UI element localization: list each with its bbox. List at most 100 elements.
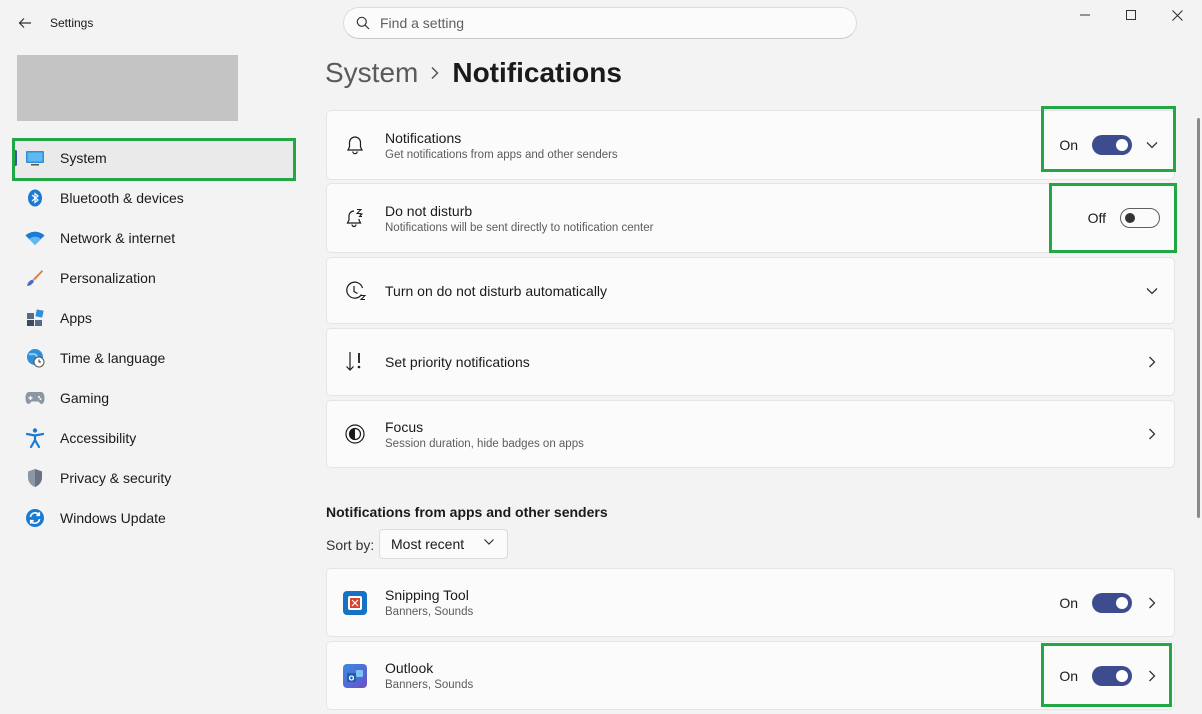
chevron-right-icon[interactable] bbox=[1144, 354, 1160, 370]
setting-controls: On bbox=[1059, 592, 1160, 613]
sidebar-item-label: Apps bbox=[60, 310, 92, 326]
setting-controls bbox=[1132, 426, 1160, 442]
globe-clock-icon bbox=[24, 347, 46, 369]
brush-icon bbox=[24, 267, 46, 289]
close-icon bbox=[1171, 9, 1183, 21]
toggle-state-label: Off bbox=[1087, 210, 1106, 226]
sidebar-item-privacy[interactable]: Privacy & security bbox=[12, 458, 296, 498]
setting-subtitle: Session duration, hide badges on apps bbox=[385, 437, 584, 450]
setting-text: Snipping Tool Banners, Sounds bbox=[385, 587, 473, 618]
update-icon bbox=[24, 507, 46, 529]
setting-controls bbox=[1132, 354, 1160, 370]
setting-title: Do not disturb bbox=[385, 202, 473, 219]
sort-dropdown[interactable]: Most recent bbox=[379, 529, 508, 559]
bell-icon bbox=[343, 133, 367, 157]
sidebar-item-accessibility[interactable]: Accessibility bbox=[12, 418, 296, 458]
sidebar-nav: System Bluetooth & devices Network & int… bbox=[12, 138, 296, 538]
dnd-toggle[interactable] bbox=[1120, 208, 1160, 228]
sidebar-item-label: Gaming bbox=[60, 390, 110, 406]
sidebar-item-personalization[interactable]: Personalization bbox=[12, 258, 296, 298]
outlook-toggle[interactable] bbox=[1092, 665, 1132, 686]
setting-title: Turn on do not disturb automatically bbox=[385, 282, 608, 299]
priority-setting-card[interactable]: Set priority notifications bbox=[326, 328, 1175, 396]
search-box[interactable] bbox=[343, 7, 857, 39]
back-button[interactable] bbox=[14, 12, 36, 34]
maximize-button[interactable] bbox=[1108, 0, 1154, 30]
sidebar-item-label: Accessibility bbox=[60, 430, 137, 446]
chevron-right-icon[interactable] bbox=[1144, 426, 1160, 442]
setting-controls: Off bbox=[1088, 208, 1160, 228]
notifications-setting-card[interactable]: Notifications Get notifications from app… bbox=[326, 110, 1175, 180]
setting-text: Focus Session duration, hide badges on a… bbox=[385, 419, 584, 450]
sidebar-item-label: Time & language bbox=[60, 350, 166, 366]
chevron-down-icon[interactable] bbox=[1144, 283, 1160, 299]
sort-label: Sort by: bbox=[326, 537, 375, 553]
sidebar-item-apps[interactable]: Apps bbox=[12, 298, 296, 338]
maximize-icon bbox=[1126, 10, 1136, 20]
setting-title: Set priority notifications bbox=[385, 354, 530, 370]
snipping-tool-toggle[interactable] bbox=[1092, 592, 1132, 613]
sidebar-item-label: Privacy & security bbox=[60, 470, 172, 486]
minimize-icon bbox=[1080, 14, 1090, 16]
app-subtitle: Banners, Sounds bbox=[385, 606, 474, 618]
title-bar: Settings bbox=[0, 0, 1202, 46]
app-row-outlook[interactable]: O Outlook Banners, Sounds On bbox=[326, 641, 1175, 710]
back-arrow-icon bbox=[18, 18, 31, 28]
setting-text: Set priority notifications bbox=[385, 354, 530, 370]
search-input[interactable] bbox=[380, 15, 820, 31]
app-name: Outlook bbox=[385, 660, 434, 676]
outlook-icon: O bbox=[343, 663, 367, 688]
chevron-down-icon bbox=[483, 538, 495, 546]
sort-selected-value: Most recent bbox=[391, 536, 465, 552]
setting-controls: On bbox=[1059, 665, 1160, 686]
snipping-tool-icon bbox=[343, 590, 367, 615]
chevron-right-icon bbox=[430, 66, 440, 80]
wifi-icon bbox=[24, 227, 46, 249]
sidebar-item-label: Windows Update bbox=[60, 510, 166, 526]
sidebar-item-windows-update[interactable]: Windows Update bbox=[12, 498, 296, 538]
minimize-button[interactable] bbox=[1062, 0, 1108, 30]
sidebar-item-label: Bluetooth & devices bbox=[60, 190, 184, 206]
apps-icon bbox=[24, 307, 46, 329]
focus-setting-card[interactable]: Focus Session duration, hide badges on a… bbox=[326, 400, 1175, 468]
user-profile-block[interactable] bbox=[17, 55, 238, 121]
setting-controls bbox=[1132, 283, 1160, 299]
sidebar-item-time-language[interactable]: Time & language bbox=[12, 338, 296, 378]
setting-subtitle: Notifications will be sent directly to n… bbox=[385, 221, 654, 234]
close-button[interactable] bbox=[1154, 0, 1200, 30]
sidebar-item-system[interactable]: System bbox=[12, 138, 296, 178]
setting-text: Do not disturb Notifications will be sen… bbox=[385, 203, 653, 234]
setting-title: Notifications bbox=[385, 129, 462, 146]
priority-sort-icon bbox=[343, 350, 367, 374]
chevron-right-icon[interactable] bbox=[1144, 595, 1160, 611]
setting-subtitle: Get notifications from apps and other se… bbox=[385, 148, 618, 161]
breadcrumb: System Notifications bbox=[325, 57, 622, 89]
chevron-down-icon[interactable] bbox=[1144, 137, 1160, 153]
app-name: Snipping Tool bbox=[385, 587, 469, 603]
notifications-toggle[interactable] bbox=[1092, 135, 1132, 155]
monitor-icon bbox=[24, 147, 46, 169]
svg-text:O: O bbox=[349, 674, 355, 682]
breadcrumb-parent[interactable]: System bbox=[325, 57, 418, 89]
sidebar-item-label: System bbox=[60, 150, 107, 166]
app-title: Settings bbox=[50, 16, 94, 30]
setting-controls: On bbox=[1059, 135, 1160, 155]
app-row-snipping-tool[interactable]: Snipping Tool Banners, Sounds On bbox=[326, 568, 1175, 637]
page-title: Notifications bbox=[452, 57, 622, 88]
sidebar-item-network[interactable]: Network & internet bbox=[12, 218, 296, 258]
sidebar-item-label: Personalization bbox=[60, 270, 156, 286]
sidebar-item-gaming[interactable]: Gaming bbox=[12, 378, 296, 418]
sidebar-item-bluetooth[interactable]: Bluetooth & devices bbox=[12, 178, 296, 218]
shield-icon bbox=[24, 467, 46, 489]
dnd-setting-card[interactable]: Do not disturb Notifications will be sen… bbox=[326, 183, 1175, 253]
toggle-state-label: On bbox=[1059, 594, 1078, 611]
scrollbar[interactable] bbox=[1197, 118, 1200, 518]
chevron-right-icon[interactable] bbox=[1144, 668, 1160, 684]
dnd-auto-setting-card[interactable]: Turn on do not disturb automatically bbox=[326, 257, 1175, 324]
setting-title: Focus bbox=[385, 418, 424, 435]
setting-text: Outlook Banners, Sounds bbox=[385, 660, 473, 691]
setting-text: Notifications Get notifications from app… bbox=[385, 130, 618, 161]
bluetooth-icon bbox=[24, 187, 46, 209]
toggle-state-label: On bbox=[1059, 137, 1078, 153]
setting-text: Turn on do not disturb automatically bbox=[385, 283, 607, 299]
